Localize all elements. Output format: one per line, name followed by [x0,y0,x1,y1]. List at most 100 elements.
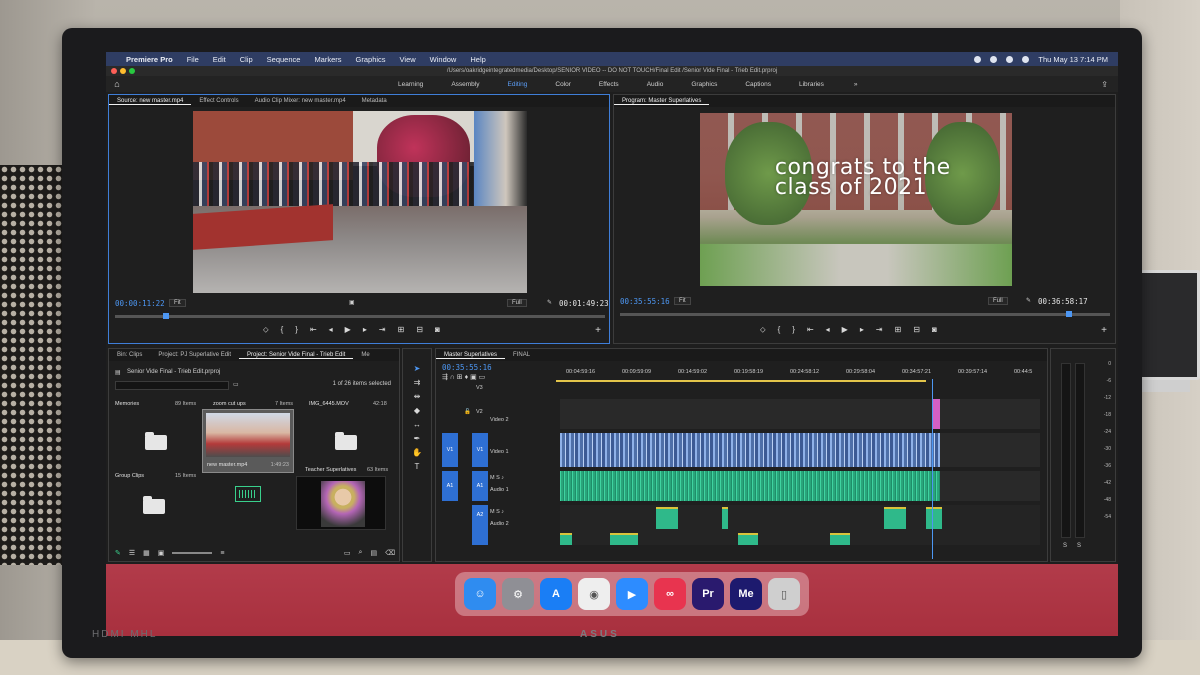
workspace-audio[interactable]: Audio [647,81,664,88]
timeline-options-icons[interactable]: ⇶ ∩ ⊞ ♦ ▣ ▭ [442,373,485,381]
track-a1[interactable] [560,471,1040,501]
workspace-assembly[interactable]: Assembly [451,81,479,88]
type-tool-icon[interactable]: T [409,461,425,473]
source-video-frame[interactable] [193,111,527,293]
tab-project-senior[interactable]: Project: Senior Vide Final - Trieb Edit [239,352,354,359]
share-icon[interactable]: ⇪ [1101,80,1108,89]
list-view-icon[interactable]: ☰ [129,549,135,557]
clip-a2-audio[interactable] [722,507,728,529]
workspace-effects[interactable]: Effects [599,81,619,88]
media-encoder-icon[interactable]: Me [730,578,762,610]
creative-cloud-status-icon[interactable] [974,55,982,63]
program-go-to-out-icon[interactable]: ⇥ [876,325,883,335]
mute-solo-icons-a2[interactable]: M S ♪ [490,509,504,515]
clip-a2-audio[interactable] [926,507,942,529]
workspace-editing[interactable]: Editing [508,81,528,88]
tab-project-pj[interactable]: Project: PJ Superlative Edit [150,352,239,358]
app-store-icon[interactable]: A [540,578,572,610]
clip-a3-audio[interactable] [560,533,572,545]
clip-v1-video[interactable] [560,433,940,467]
audio-clip-icon[interactable] [235,486,261,502]
zoom-icon[interactable]: ▶ [616,578,648,610]
source-add-button-icon[interactable]: + [595,325,601,336]
zoom-slider[interactable] [172,552,213,554]
source-resolution-select[interactable]: Full [507,299,527,307]
tab-metadata[interactable]: Metadata [354,98,395,104]
slip-tool-icon[interactable]: ↔ [409,419,425,431]
workspace-learning[interactable]: Learning [398,81,423,88]
program-resolution-select[interactable]: Full [988,297,1008,305]
control-center-icon[interactable] [1022,55,1030,63]
new-bin-footer-icon[interactable]: ▭ [344,549,351,557]
project-search-input[interactable] [115,381,229,390]
clip-a3-audio[interactable] [610,533,638,545]
program-zoom-select[interactable]: Fit [674,297,691,305]
lock-icon[interactable]: 🔓 [464,409,471,415]
program-timecode-current[interactable]: 00:35:55:16 [620,297,670,306]
creative-cloud-icon[interactable]: ∞ [654,578,686,610]
folder-icon[interactable] [143,496,165,514]
timeline-playhead[interactable] [932,379,933,559]
insert-icon[interactable]: ⊞ [398,325,405,335]
finder-icon[interactable]: ☺ [464,578,496,610]
freeform-view-icon[interactable]: ▣ [158,549,165,557]
workspace-graphics[interactable]: Graphics [691,81,717,88]
chrome-icon[interactable]: ◉ [578,578,610,610]
clip-a2-audio[interactable] [884,507,906,529]
wrench-icon[interactable]: ✎ [547,299,552,306]
workspace-captions[interactable]: Captions [745,81,771,88]
step-back-icon[interactable]: ◂ [329,325,333,335]
tab-source[interactable]: Source: new master.mp4 [109,98,192,105]
mute-solo-icons[interactable]: M S ♪ [490,475,504,481]
system-preferences-icon[interactable]: ⚙ [502,578,534,610]
clip-a2-audio[interactable] [656,507,678,529]
program-wrench-icon[interactable]: ✎ [1026,297,1031,304]
clip-a3-audio[interactable] [738,533,758,545]
workspace-color[interactable]: Color [555,81,571,88]
ripple-edit-tool-icon[interactable]: ⇹ [409,391,425,403]
menu-view[interactable]: View [400,55,416,64]
source-timecode-current[interactable]: 00:00:11:22 [115,299,165,308]
play-icon[interactable]: ▶ [345,325,351,335]
new-bin-icon[interactable]: ▭ [233,381,239,388]
menu-markers[interactable]: Markers [314,55,341,64]
solo-right-button[interactable]: S [1077,543,1081,549]
menu-edit[interactable]: Edit [213,55,226,64]
menu-graphics[interactable]: Graphics [356,55,386,64]
go-to-in-icon[interactable]: ⇤ [310,325,317,335]
menu-window[interactable]: Window [430,55,457,64]
folder-icon[interactable] [145,432,167,450]
program-play-icon[interactable]: ▶ [842,325,848,335]
selection-tool-icon[interactable]: ➤ [409,363,425,375]
mark-in-icon[interactable]: { [281,325,284,335]
program-go-to-in-icon[interactable]: ⇤ [807,325,814,335]
folder-icon[interactable] [335,432,357,450]
bluetooth-status-icon[interactable] [990,55,998,63]
solo-left-button[interactable]: S [1063,543,1067,549]
clip-teacher-thumbnail[interactable] [296,476,386,530]
sort-icon[interactable]: ≡ [220,550,224,557]
zoom-window-button[interactable] [129,68,135,74]
wifi-status-icon[interactable] [1006,55,1014,63]
step-forward-icon[interactable]: ▸ [363,325,367,335]
export-frame-icon[interactable]: ◙ [435,325,440,335]
menu-app-name[interactable]: Premiere Pro [126,55,173,64]
tab-effect-controls[interactable]: Effect Controls [191,98,246,104]
find-icon[interactable]: ⌕ [359,549,363,557]
overwrite-icon[interactable]: ⊟ [416,325,423,335]
clip-new-master-card[interactable]: new master.mp4 1:49:23 [202,409,294,473]
tab-program[interactable]: Program: Master Superlatives [614,98,710,105]
program-step-forward-icon[interactable]: ▸ [860,325,864,335]
menu-sequence[interactable]: Sequence [267,55,301,64]
hand-tool-icon[interactable]: ✋ [409,447,425,459]
menu-clip[interactable]: Clip [240,55,253,64]
tab-final[interactable]: FINAL [505,352,538,358]
pencil-icon[interactable]: ✎ [115,549,121,557]
tab-media-browser[interactable]: Me [353,352,377,358]
program-mark-out-icon[interactable]: } [792,325,795,335]
clip-v2-graphic[interactable] [932,399,940,429]
clip-a1-audio[interactable] [560,471,940,501]
program-step-back-icon[interactable]: ◂ [826,325,830,335]
go-to-out-icon[interactable]: ⇥ [379,325,386,335]
program-export-frame-icon[interactable]: ◙ [932,325,937,335]
